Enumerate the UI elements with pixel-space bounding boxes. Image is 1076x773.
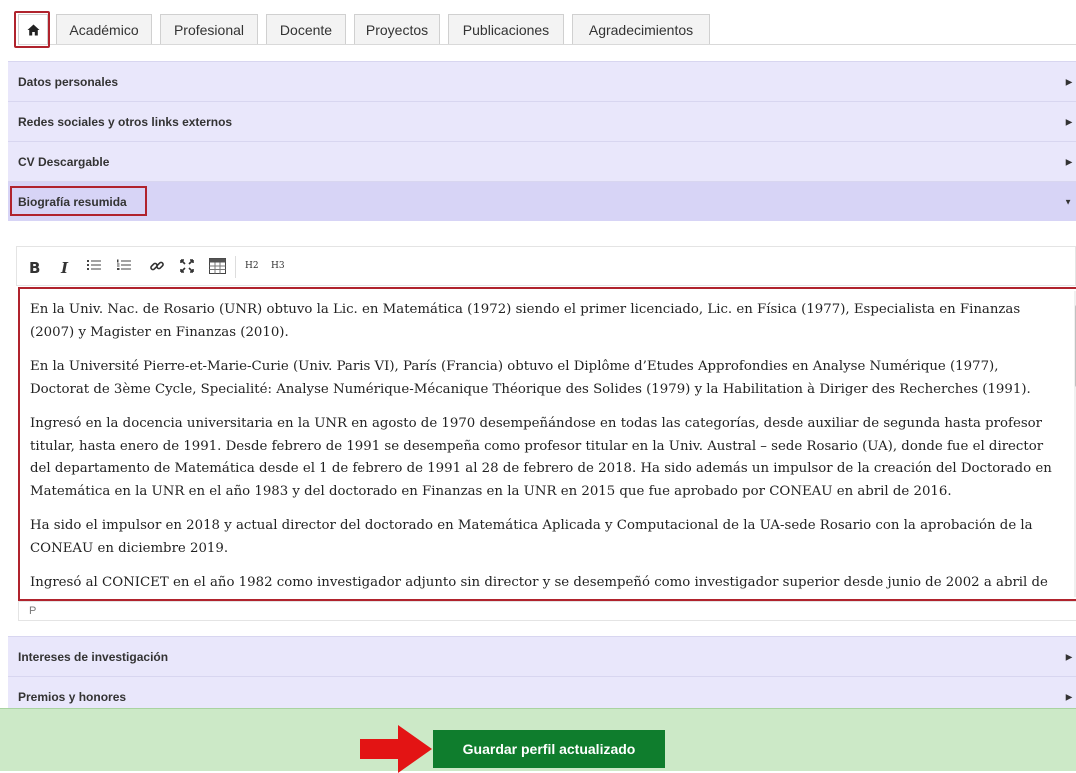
section-label: Intereses de investigación <box>18 649 169 664</box>
tab-publicaciones[interactable]: Publicaciones <box>448 14 564 44</box>
save-footer: Guardar perfil actualizado <box>0 708 1076 773</box>
caret-right-icon: ▶ <box>1065 117 1072 126</box>
caret-right-icon: ▶ <box>1065 157 1072 166</box>
section-datos-personales[interactable]: Datos personales ▶ <box>8 61 1076 101</box>
tab-academico[interactable]: Académico <box>56 14 152 44</box>
save-profile-button[interactable]: Guardar perfil actualizado <box>433 730 665 768</box>
italic-button[interactable]: I <box>61 259 68 277</box>
editor-toolbar: B I H2 H3 <box>16 246 1076 286</box>
bio-paragraph-1: En la Univ. Nac. de Rosario (UNR) obtuvo… <box>30 302 1021 340</box>
heading-3-button[interactable]: H3 <box>271 261 285 271</box>
home-icon <box>27 24 39 35</box>
tab-divider <box>18 44 1076 45</box>
rich-text-editor: B I H2 H3 En la Univ. Nac. de Rosario (U… <box>16 246 1076 622</box>
section-label: Redes sociales y otros links externos <box>18 114 233 129</box>
caret-right-icon: ▶ <box>1065 652 1072 661</box>
tab-docente[interactable]: Docente <box>266 14 346 44</box>
table-icon[interactable] <box>209 258 226 278</box>
caret-down-icon: ▼ <box>1064 197 1072 206</box>
section-redes-sociales[interactable]: Redes sociales y otros links externos ▶ <box>8 101 1076 141</box>
heading-2-button[interactable]: H2 <box>245 261 259 271</box>
section-label: Premios y honores <box>18 689 127 704</box>
bio-paragraph-4: Ha sido el impulsor en 2018 y actual dir… <box>30 518 1033 556</box>
section-cv-descargable[interactable]: CV Descargable ▶ <box>8 141 1076 181</box>
section-label: CV Descargable <box>18 154 110 169</box>
caret-right-icon: ▶ <box>1065 77 1072 86</box>
caret-right-icon: ▶ <box>1065 692 1072 701</box>
numbered-list-icon[interactable] <box>117 258 131 276</box>
section-intereses-investigacion[interactable]: Intereses de investigación ▶ <box>8 636 1076 676</box>
section-biografia-resumida[interactable]: Biografía resumida ▼ <box>8 181 1076 221</box>
section-label: Biografía resumida <box>18 194 127 209</box>
section-label: Datos personales <box>18 74 119 89</box>
bio-paragraph-5: Ingresó al CONICET en el año 1982 como i… <box>30 575 1048 590</box>
editor-content-area[interactable]: En la Univ. Nac. de Rosario (UNR) obtuvo… <box>18 287 1076 601</box>
element-path: P <box>29 605 37 617</box>
tab-bar: Académico Profesional Docente Proyectos … <box>0 0 1076 60</box>
toolbar-separator <box>235 256 236 278</box>
editor-statusbar: P ◢ <box>18 601 1076 621</box>
bio-paragraph-2: En la Université Pierre-et-Marie-Curie (… <box>30 359 1031 397</box>
tab-home[interactable] <box>18 14 48 44</box>
tab-proyectos[interactable]: Proyectos <box>354 14 440 44</box>
bullet-list-icon[interactable] <box>87 258 101 276</box>
tab-agradecimientos[interactable]: Agradecimientos <box>572 14 710 44</box>
editor-text: En la Univ. Nac. de Rosario (UNR) obtuvo… <box>30 299 1058 599</box>
bio-paragraph-3: Ingresó en la docencia universitaria en … <box>30 416 1052 499</box>
fullscreen-icon[interactable] <box>179 258 195 278</box>
tab-profesional[interactable]: Profesional <box>160 14 258 44</box>
link-icon[interactable] <box>149 258 165 278</box>
bold-button[interactable]: B <box>29 259 40 277</box>
red-arrow-icon <box>360 725 432 773</box>
